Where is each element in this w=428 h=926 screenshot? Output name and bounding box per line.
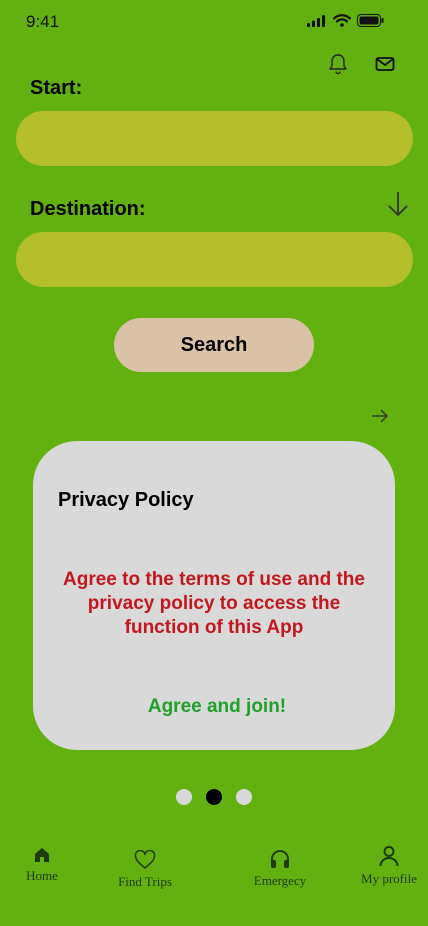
notification-button[interactable]: [326, 52, 350, 76]
bell-icon: [329, 54, 347, 75]
arrow-right-icon: [372, 409, 388, 423]
status-icons: [307, 14, 384, 27]
nav-home[interactable]: Home: [26, 846, 58, 884]
destination-label: Destination:: [30, 198, 146, 220]
destination-input[interactable]: [16, 232, 413, 287]
nav-my-profile[interactable]: My profile: [360, 845, 418, 887]
battery-icon: [357, 14, 384, 27]
card-message: Agree to the terms of use and the privac…: [63, 569, 365, 638]
heart-icon: [134, 850, 156, 869]
search-button[interactable]: Search: [114, 318, 314, 372]
headphones-icon: [271, 850, 289, 868]
nav-emergency[interactable]: Emergecy: [252, 849, 308, 889]
next-card-button[interactable]: [370, 408, 390, 429]
nav-find-trips[interactable]: Find Trips: [116, 850, 174, 890]
swap-button[interactable]: [386, 190, 410, 223]
mail-icon: [375, 57, 395, 71]
messages-button[interactable]: [373, 52, 397, 76]
pager-dot-active[interactable]: [206, 789, 222, 805]
privacy-card: Privacy Policy Agree to the terms of use…: [33, 441, 395, 750]
pager-dot[interactable]: [176, 789, 192, 805]
nav-my-profile-label: My profile: [361, 871, 417, 886]
wifi-icon: [333, 14, 351, 27]
pager-dot[interactable]: [236, 789, 252, 805]
status-time: 9:41: [26, 12, 60, 31]
nav-emergency-label: Emergecy: [253, 873, 307, 888]
agree-join-button[interactable]: Agree and join!: [33, 696, 401, 718]
nav-home-label: Home: [26, 868, 58, 883]
start-label: Start:: [30, 77, 83, 99]
nav-find-trips-label: Find Trips: [118, 874, 172, 889]
arrow-down-icon: [388, 192, 408, 216]
start-input[interactable]: [16, 111, 413, 166]
pager-dots: [0, 789, 428, 805]
home-icon: [35, 848, 49, 862]
card-title: Privacy Policy: [58, 489, 194, 511]
user-icon: [379, 846, 399, 867]
signal-icon: [307, 14, 325, 27]
